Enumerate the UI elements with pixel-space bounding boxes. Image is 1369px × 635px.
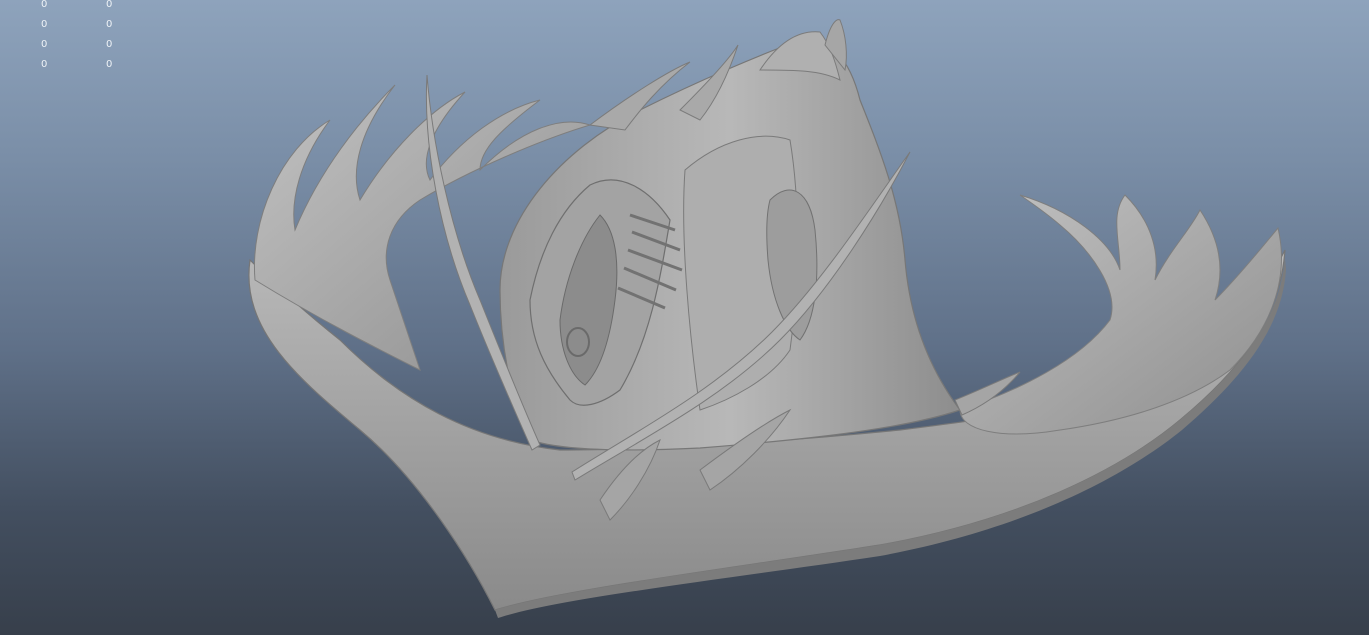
3d-viewport[interactable]: 0 0 0 0 0 0 0 0 xyxy=(0,0,1369,635)
sculpted-mesh[interactable] xyxy=(0,0,1369,635)
right-wing xyxy=(959,194,1282,435)
